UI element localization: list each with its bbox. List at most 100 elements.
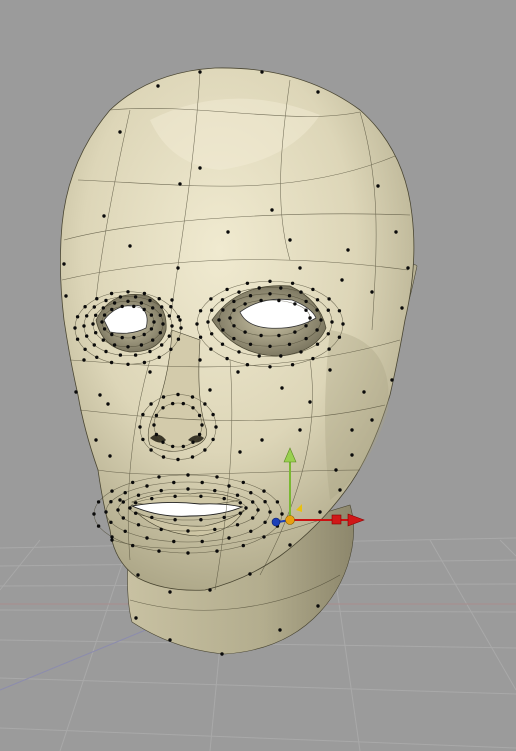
mesh-vertex[interactable] bbox=[315, 298, 320, 302]
mesh-vertex[interactable] bbox=[154, 432, 159, 437]
mesh-vertex[interactable] bbox=[95, 355, 99, 359]
mesh-vertex[interactable] bbox=[191, 406, 195, 410]
mesh-vertex[interactable] bbox=[145, 536, 149, 540]
mesh-vertex[interactable] bbox=[217, 318, 221, 322]
mesh-vertex[interactable] bbox=[178, 318, 182, 322]
mesh-vertex[interactable] bbox=[209, 347, 213, 351]
mesh-vertex[interactable] bbox=[149, 448, 153, 452]
mesh-vertex[interactable] bbox=[232, 336, 236, 341]
mesh-vertex[interactable] bbox=[199, 518, 203, 522]
mesh-vertex[interactable] bbox=[150, 515, 154, 520]
mesh-vertex[interactable] bbox=[104, 298, 108, 303]
3d-viewport[interactable] bbox=[0, 0, 516, 751]
mesh-vertex[interactable] bbox=[390, 378, 394, 382]
mesh-vertex[interactable] bbox=[262, 535, 266, 539]
mesh-vertex[interactable] bbox=[142, 307, 146, 312]
mesh-vertex[interactable] bbox=[213, 488, 217, 493]
mesh-vertex[interactable] bbox=[280, 512, 284, 516]
mesh-vertex[interactable] bbox=[149, 402, 153, 406]
mesh-vertex[interactable] bbox=[110, 332, 114, 337]
mesh-vertex[interactable] bbox=[139, 343, 144, 347]
mesh-vertex[interactable] bbox=[95, 297, 99, 301]
mesh-vertex[interactable] bbox=[293, 330, 297, 334]
mesh-vertex[interactable] bbox=[150, 496, 154, 501]
mesh-vertex[interactable] bbox=[173, 494, 177, 498]
mesh-vertex[interactable] bbox=[82, 324, 86, 328]
mesh-vertex[interactable] bbox=[248, 294, 253, 298]
mesh-vertex[interactable] bbox=[257, 354, 261, 358]
mesh-vertex[interactable] bbox=[109, 291, 114, 296]
mesh-vertex[interactable] bbox=[220, 342, 225, 346]
mesh-vertex[interactable] bbox=[235, 523, 240, 527]
mesh-vertex[interactable] bbox=[311, 356, 315, 361]
mesh-vertex[interactable] bbox=[227, 536, 231, 540]
mesh-vertex[interactable] bbox=[169, 347, 173, 351]
mesh-vertex[interactable] bbox=[206, 320, 210, 324]
mesh-vertex[interactable] bbox=[208, 388, 212, 392]
mesh-vertex[interactable] bbox=[330, 320, 334, 324]
mesh-vertex[interactable] bbox=[334, 468, 338, 472]
mesh-vertex[interactable] bbox=[227, 484, 231, 488]
mesh-vertex[interactable] bbox=[128, 506, 132, 510]
mesh-vertex[interactable] bbox=[268, 292, 272, 296]
mesh-vertex[interactable] bbox=[299, 290, 303, 294]
mesh-vertex[interactable] bbox=[290, 363, 295, 367]
mesh-vertex[interactable] bbox=[109, 500, 113, 504]
mesh-vertex[interactable] bbox=[190, 395, 195, 399]
mesh-vertex[interactable] bbox=[362, 390, 366, 394]
mesh-vertex[interactable] bbox=[238, 501, 242, 505]
mesh-vertex[interactable] bbox=[186, 551, 190, 555]
mesh-vertex[interactable] bbox=[131, 543, 135, 548]
mesh-vertex[interactable] bbox=[198, 335, 203, 339]
mesh-vertex[interactable] bbox=[370, 290, 374, 294]
mesh-vertex[interactable] bbox=[118, 498, 122, 502]
mesh-vertex[interactable] bbox=[161, 455, 166, 459]
mesh-vertex[interactable] bbox=[225, 356, 229, 361]
mesh-vertex[interactable] bbox=[259, 298, 263, 303]
mesh-vertex[interactable] bbox=[171, 444, 175, 449]
mesh-vertex[interactable] bbox=[156, 84, 160, 88]
mesh-vertex[interactable] bbox=[245, 363, 250, 367]
mesh-vertex[interactable] bbox=[149, 313, 154, 317]
mesh-vertex[interactable] bbox=[118, 130, 122, 134]
mesh-vertex[interactable] bbox=[181, 401, 185, 406]
mesh-vertex[interactable] bbox=[304, 324, 308, 328]
mesh-vertex[interactable] bbox=[151, 338, 155, 342]
mesh-vertex[interactable] bbox=[141, 412, 145, 417]
mesh-vertex[interactable] bbox=[210, 308, 214, 312]
mesh-vertex[interactable] bbox=[134, 511, 138, 515]
mesh-vertex[interactable] bbox=[116, 508, 120, 512]
mesh-vertex[interactable] bbox=[179, 326, 183, 330]
mesh-vertex[interactable] bbox=[237, 350, 241, 354]
mesh-vertex[interactable] bbox=[311, 287, 315, 292]
mesh-vertex[interactable] bbox=[203, 448, 207, 452]
mesh-vertex[interactable] bbox=[400, 306, 404, 310]
mesh-vertex[interactable] bbox=[159, 488, 163, 493]
mesh-vertex[interactable] bbox=[83, 347, 87, 351]
mesh-vertex[interactable] bbox=[235, 493, 240, 497]
mesh-vertex[interactable] bbox=[318, 510, 322, 514]
mesh-vertex[interactable] bbox=[170, 324, 174, 328]
mesh-vertex[interactable] bbox=[213, 527, 217, 532]
mesh-vertex[interactable] bbox=[316, 90, 320, 94]
mesh-vertex[interactable] bbox=[110, 489, 114, 493]
mesh-vertex[interactable] bbox=[225, 287, 229, 292]
mesh-vertex[interactable] bbox=[186, 487, 190, 491]
mesh-vertex[interactable] bbox=[171, 401, 175, 406]
mesh-vertex[interactable] bbox=[270, 208, 274, 212]
mesh-vertex[interactable] bbox=[257, 286, 261, 290]
mesh-vertex[interactable] bbox=[200, 539, 204, 544]
mesh-vertex[interactable] bbox=[277, 298, 281, 303]
mesh-vertex[interactable] bbox=[123, 529, 127, 533]
mesh-vertex[interactable] bbox=[248, 342, 253, 346]
mesh-vertex[interactable] bbox=[238, 511, 242, 515]
mesh-vertex[interactable] bbox=[198, 358, 202, 362]
mesh-vertex[interactable] bbox=[101, 306, 106, 310]
mesh-vertex[interactable] bbox=[176, 337, 181, 341]
mesh-vertex[interactable] bbox=[350, 428, 354, 432]
mesh-vertex[interactable] bbox=[118, 295, 123, 299]
mesh-vertex[interactable] bbox=[96, 500, 101, 504]
mesh-vertex[interactable] bbox=[101, 338, 106, 342]
mesh-vertex[interactable] bbox=[237, 290, 241, 294]
mesh-vertex[interactable] bbox=[328, 368, 332, 372]
